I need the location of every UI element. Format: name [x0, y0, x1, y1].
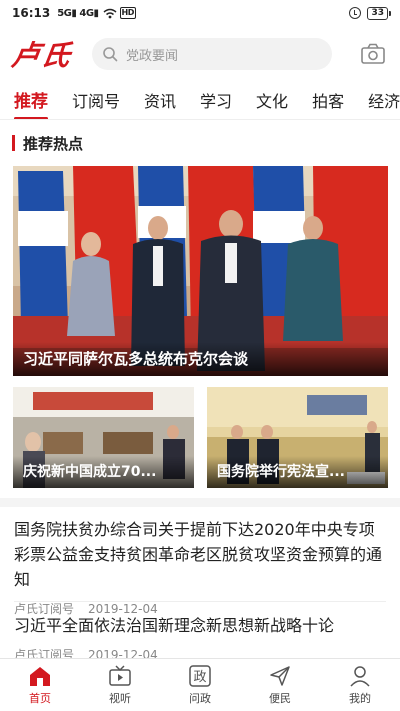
- alarm-icon: [349, 7, 362, 19]
- bottom-nav: 首页 视听 政 问政 便民 我的: [0, 658, 400, 711]
- tab-culture[interactable]: 文化: [256, 84, 288, 119]
- article-item[interactable]: 国务院扶贫办综合司关于提前下达2020年中央专项彩票公益金支持贫困革命老区脱贫攻…: [14, 517, 386, 617]
- article-item[interactable]: 习近平全面依法治国新理念新思想新战略十论 卢氏订阅号 2019-12-04: [14, 613, 386, 663]
- wenzheng-icon: 政: [189, 665, 211, 687]
- tab-economy[interactable]: 经济: [368, 84, 400, 119]
- section-accent-bar: [12, 135, 15, 151]
- section-title: 推荐热点: [23, 134, 84, 153]
- nav-wenzheng-label: 问政: [189, 692, 211, 705]
- news-caption: 庆祝新中国成立70...: [13, 456, 194, 488]
- nav-home-label: 首页: [29, 692, 51, 705]
- category-tabs: 推荐 订阅号 资讯 学习 文化 拍客 经济: [0, 84, 400, 120]
- news-caption: 国务院举行宪法宣...: [207, 456, 388, 488]
- signal-4g-icon: 4G▮: [79, 7, 99, 19]
- nav-profile[interactable]: 我的: [320, 659, 400, 711]
- svg-text:政: 政: [193, 670, 206, 685]
- tab-subscriptions[interactable]: 订阅号: [72, 84, 120, 119]
- app-logo[interactable]: 卢氏: [9, 34, 75, 74]
- nav-video[interactable]: 视听: [80, 659, 160, 711]
- search-placeholder: 党政要闻: [126, 48, 179, 64]
- search-icon: [103, 47, 118, 62]
- home-icon: [30, 667, 50, 686]
- news-card-small[interactable]: 国务院举行宪法宣...: [207, 387, 388, 488]
- app-header: 卢氏 党政要闻: [0, 26, 400, 82]
- battery-icon: 33: [367, 6, 391, 20]
- nav-video-label: 视听: [109, 692, 131, 705]
- section-header: 推荐热点: [12, 134, 84, 153]
- hero-caption: 习近平同萨尔瓦多总统布克尔会谈: [13, 342, 388, 376]
- article-separator: [14, 601, 386, 602]
- tab-recommend[interactable]: 推荐: [14, 84, 48, 119]
- wifi-icon: [103, 8, 117, 18]
- nav-services-label: 便民: [269, 692, 291, 705]
- nav-profile-label: 我的: [349, 692, 371, 705]
- news-card-small[interactable]: 庆祝新中国成立70...: [13, 387, 194, 488]
- status-time: 16:13: [12, 6, 51, 20]
- section-divider: [0, 498, 400, 507]
- camera-icon[interactable]: [360, 42, 386, 66]
- status-bar: 16:13 5G▮ 4G▮ HD 33: [0, 0, 400, 26]
- hd-icon: HD: [119, 7, 136, 19]
- tab-news[interactable]: 资讯: [144, 84, 176, 119]
- search-input[interactable]: 党政要闻: [92, 38, 332, 70]
- tab-study[interactable]: 学习: [200, 84, 232, 119]
- user-icon: [350, 666, 370, 687]
- nav-home[interactable]: 首页: [0, 659, 80, 711]
- tab-photographer[interactable]: 拍客: [312, 84, 344, 119]
- tv-icon: [109, 665, 131, 686]
- article-title: 国务院扶贫办综合司关于提前下达2020年中央专项彩票公益金支持贫困革命老区脱贫攻…: [14, 520, 383, 589]
- nav-wenzheng[interactable]: 政 问政: [160, 659, 240, 711]
- send-icon: [270, 666, 290, 686]
- hero-news-card[interactable]: 习近平同萨尔瓦多总统布克尔会谈: [13, 166, 388, 376]
- nav-services[interactable]: 便民: [240, 659, 320, 711]
- signal-5g-icon: 5G▮: [57, 7, 77, 19]
- article-title: 习近平全面依法治国新理念新思想新战略十论: [14, 616, 335, 635]
